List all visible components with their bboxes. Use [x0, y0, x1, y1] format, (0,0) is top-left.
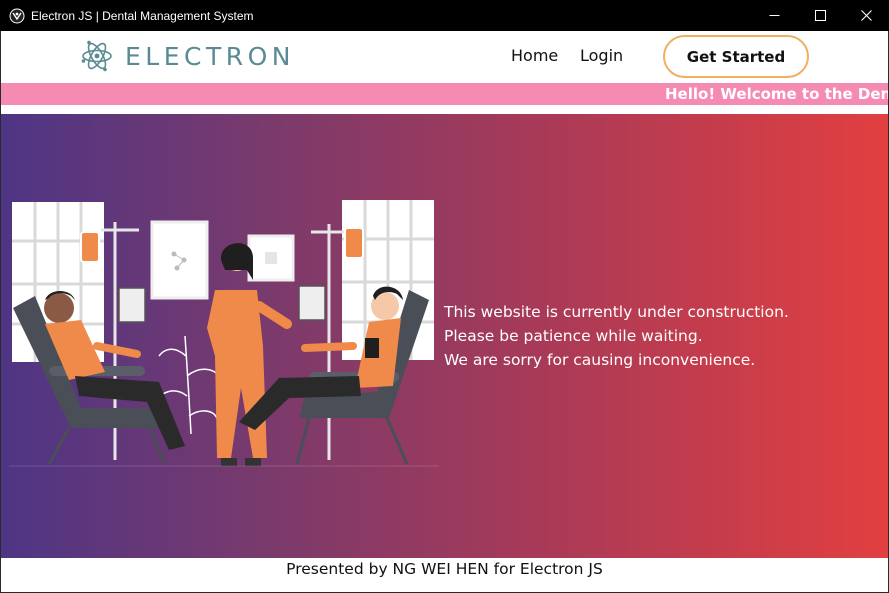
nav-link-home[interactable]: Home: [511, 46, 558, 65]
patients-illustration: [9, 200, 439, 467]
message-line: Please be patience while waiting.: [444, 327, 703, 345]
window-controls: [751, 0, 889, 31]
close-icon: [860, 10, 872, 21]
footer-credit: Presented by NG WEI HEN for Electron JS: [286, 560, 603, 578]
maximize-icon: [814, 10, 826, 21]
close-button[interactable]: [843, 0, 889, 31]
get-started-button[interactable]: Get Started: [663, 35, 809, 78]
minimize-button[interactable]: [751, 0, 797, 31]
message-line: This website is currently under construc…: [444, 303, 789, 321]
construction-message: This website is currently under construc…: [444, 300, 789, 372]
welcome-marquee: Hello! Welcome to the Dento: [1, 83, 888, 105]
hero-section: This website is currently under construc…: [1, 114, 888, 558]
electron-logo-icon: [81, 40, 112, 72]
nav-link-login[interactable]: Login: [580, 46, 623, 65]
brand-logo[interactable]: ELECTRON: [81, 39, 295, 73]
app-icon: [9, 8, 25, 23]
window-title: Electron JS | Dental Management System: [31, 8, 254, 23]
minimize-icon: [769, 15, 779, 16]
window-titlebar: Electron JS | Dental Management System: [0, 0, 889, 31]
navbar: ELECTRON Home Login Get Started: [1, 31, 888, 83]
footer: Presented by NG WEI HEN for Electron JS: [1, 558, 888, 592]
marquee-text: Hello! Welcome to the Dento: [665, 85, 888, 103]
brand-name: ELECTRON: [125, 41, 295, 71]
message-line: We are sorry for causing inconvenience.: [444, 351, 756, 369]
window-border-left: [0, 31, 1, 593]
maximize-button[interactable]: [797, 0, 843, 31]
